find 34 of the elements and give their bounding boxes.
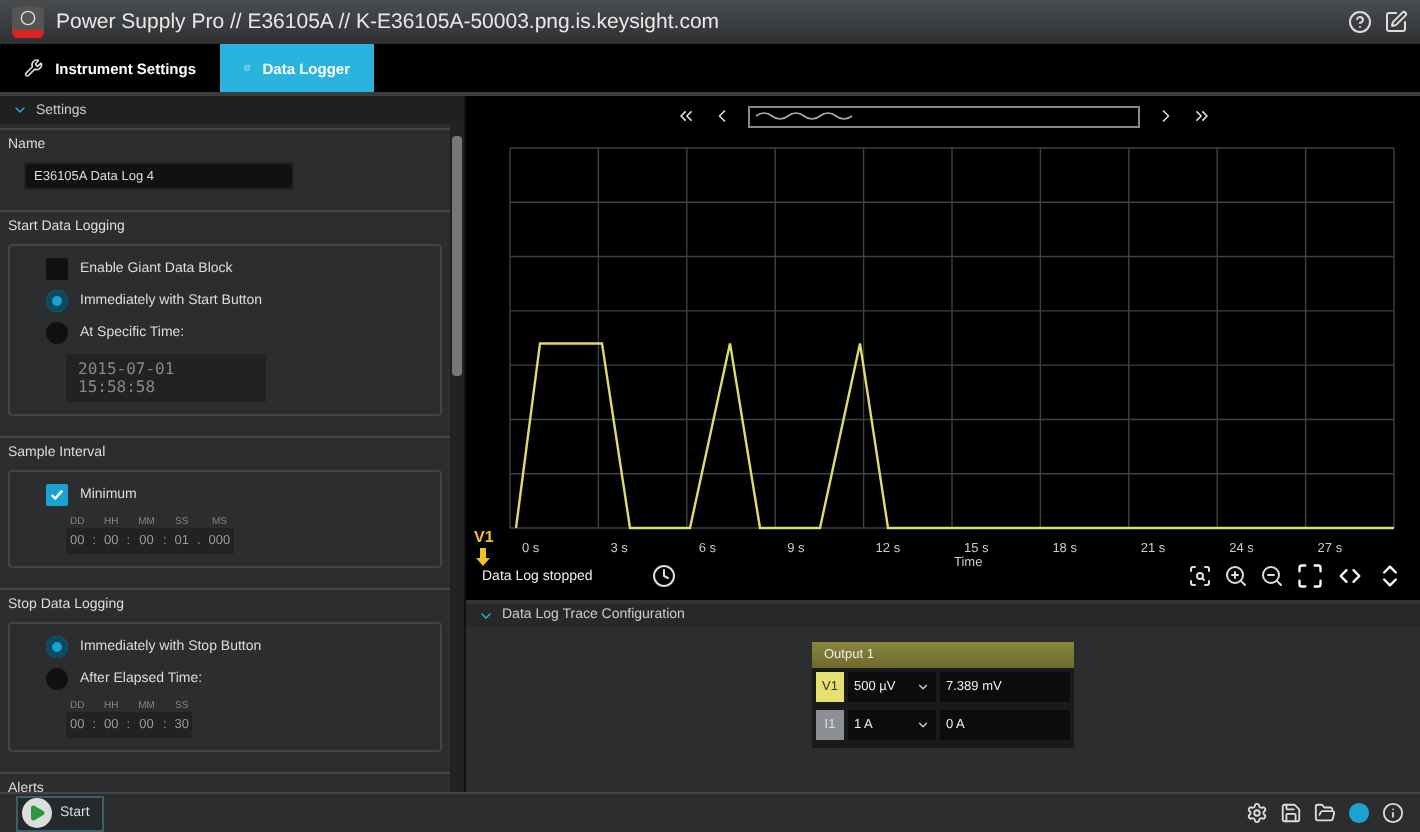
- save-icon[interactable]: [1280, 802, 1303, 824]
- checkbox[interactable]: [46, 258, 68, 280]
- check-icon: [50, 488, 64, 502]
- app-logo-icon: [12, 6, 44, 38]
- wrench-icon: [24, 54, 44, 82]
- radio-button[interactable]: [46, 322, 68, 344]
- trace-label: V1: [474, 528, 494, 546]
- circle-icon[interactable]: [1348, 802, 1371, 824]
- double-left-arrow-icon[interactable]: [675, 106, 695, 126]
- datetime-field[interactable]: 2015-07-01 15:58:58: [66, 354, 266, 402]
- scrollbar[interactable]: [450, 124, 464, 792]
- info-icon[interactable]: [1382, 802, 1405, 824]
- zoom-in-icon[interactable]: [1224, 564, 1248, 588]
- settings-icon[interactable]: [1246, 802, 1269, 824]
- overview-bar[interactable]: [747, 105, 1139, 127]
- zoom-out-icon[interactable]: [1260, 564, 1284, 588]
- double-right-arrow-icon[interactable]: [1191, 106, 1211, 126]
- play-icon: [22, 798, 52, 828]
- help-icon[interactable]: [1348, 10, 1372, 34]
- folder-icon[interactable]: [1314, 802, 1337, 824]
- wave-icon: [755, 110, 855, 122]
- dropdown-caret-icon: [916, 680, 930, 694]
- caret-icon: [12, 102, 28, 118]
- fit-all-icon[interactable]: [1296, 562, 1324, 590]
- edit-icon[interactable]: [1384, 10, 1408, 34]
- radio-button[interactable]: [46, 636, 68, 658]
- radio-button[interactable]: [46, 668, 68, 690]
- clock-icon[interactable]: [652, 564, 677, 588]
- checkbox[interactable]: [46, 484, 68, 506]
- trace-marker-icon[interactable]: [476, 548, 490, 566]
- zoom-box-icon[interactable]: [1188, 564, 1212, 588]
- dropdown-caret-icon: [916, 718, 930, 732]
- window-title: Power Supply Pro // E36105A // K-E36105A-50003.png.is.keysight.com: [56, 10, 722, 34]
- radio-button[interactable]: [46, 290, 68, 312]
